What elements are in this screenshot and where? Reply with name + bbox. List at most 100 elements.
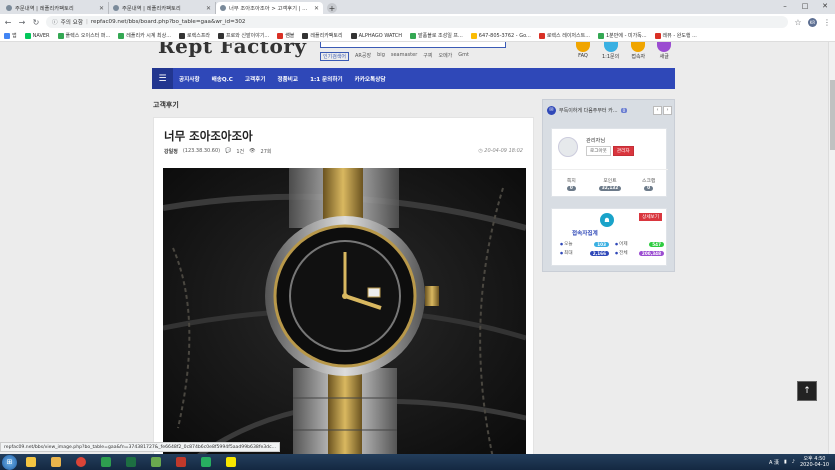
bookmark-item[interactable]: NAVER [24,32,50,39]
new-tab-button[interactable]: + [327,3,337,13]
volume-icon[interactable]: ♪ [792,459,795,465]
scrollbar-thumb[interactable] [830,80,835,150]
site-logo[interactable]: Rept Factory [158,42,307,58]
app-icon[interactable] [170,455,192,469]
keyword-link[interactable]: 오메가 [438,52,452,61]
bookmark-item[interactable]: 앱 [4,32,17,39]
url-text[interactable]: repfac09.net/bbs/board.php?bo_table=gaa&… [91,19,246,25]
stat-scrap[interactable]: 스크랩 0 [629,170,668,197]
bookmark-favicon-icon [277,32,284,39]
menu-item-shipping-qc[interactable]: 배송Q.C [206,75,239,83]
network-icon[interactable]: ▮ [784,459,787,465]
visitor-stat: 전체200,348 [615,250,664,256]
bookmark-item[interactable]: 로렉스프라 [179,32,210,39]
bookmark-item[interactable]: 발품블로 조성일 프... [410,32,463,39]
menu-item-reviews[interactable]: 고객후기 [239,75,272,83]
chevron-right-icon[interactable]: › [663,105,672,115]
bookmark-item[interactable]: 1분만에 - 미가독... [598,32,647,39]
ime-indicator[interactable]: A 漢 [769,459,779,466]
browser-tab-3-active[interactable]: 너무 조아조아조아 > 고객후기 | 레... ✕ [216,2,323,14]
notice-text[interactable]: 부득이하게 다음주부터 카... [559,107,618,114]
bookmark-item[interactable]: 쌤블 [277,32,294,39]
explorer-icon[interactable] [20,455,42,469]
site-favicon-icon [220,5,226,11]
user-avatar[interactable] [558,137,578,157]
scroll-to-top-button[interactable]: ↑ [797,381,817,401]
logout-button[interactable]: 로그아웃 [586,146,611,156]
info-icon[interactable]: ⓘ [52,18,58,26]
separator: | [85,19,88,25]
quick-link[interactable]: 새글 [657,42,672,60]
folder-icon[interactable] [45,455,67,469]
app-icon[interactable] [145,455,167,469]
windows-start-icon[interactable]: ⊞ [2,454,17,470]
browser-tab-1[interactable]: 주문내역 | 레플리카팩토리 ✕ [2,2,109,14]
bookmark-favicon-icon [654,32,661,39]
bookmark-item[interactable]: 로렉스 레이저스트... [538,32,590,39]
bookmark-item[interactable]: 레뷰 - 완도행 ... [654,32,697,39]
minimize-icon[interactable]: – [775,0,795,11]
menu-item-inquiry[interactable]: 1:1 문의하기 [304,75,349,83]
close-tab-icon[interactable]: ✕ [206,5,211,12]
visitor-stats: 오늘103 어제547 최대2,166 전체200,348 [560,241,664,256]
reload-icon[interactable]: ↻ [32,18,40,27]
stat-points[interactable]: 포인트 32,132 [591,170,630,197]
bookmark-item[interactable]: 레플리카 시계 최상... [118,32,171,39]
profile-card: 관리자님 로그아웃 관리자 쪽지 0 포인트 32,132 스크랩 0 [551,128,668,197]
notice-count-badge: 0 [620,107,628,113]
stat-messages[interactable]: 쪽지 0 [552,170,591,197]
chrome-icon[interactable] [70,455,92,469]
bookmark-item[interactable]: 647-805-3762 - Go... [470,32,531,39]
post-title: 너무 조아조아조아 [164,129,253,143]
site-search-input[interactable] [320,42,506,48]
bookmark-item[interactable]: 프로와 신발이야기... [218,32,269,39]
forward-arrow-icon[interactable]: → [18,18,26,27]
keyword-link[interactable]: seamaster [391,52,417,61]
back-arrow-icon[interactable]: ← [4,18,12,27]
windows-taskbar: ⊞ A 漢 ▮ ♪ 오후 4:50 2020-04-10 [0,454,835,470]
visitor-title: 접속자집계 [572,231,598,237]
close-window-icon[interactable]: ✕ [815,0,835,11]
address-toolbar: ← → ↻ ⓘ 주의 요함 | repfac09.net/bbs/board.p… [0,14,835,30]
quick-link[interactable]: 1:1문의 [602,42,619,60]
chevron-left-icon[interactable]: ‹ [653,105,662,115]
page-scrollbar[interactable] [828,42,835,454]
post-views: 27회 [260,149,272,155]
menu-item-kakaotalk[interactable]: 카카오톡상담 [349,75,392,83]
notice-ticker[interactable]: ✉ 부득이하게 다음주부터 카... 0 ‹ › [547,104,672,116]
quick-link-icon [631,42,646,52]
bookmark-item[interactable]: ALPHAGO WATCH [350,32,402,39]
quick-link[interactable]: 접속자 [631,42,646,60]
maximize-icon[interactable]: □ [795,0,815,11]
url-bar[interactable]: ⓘ 주의 요함 | repfac09.net/bbs/board.php?bo_… [46,16,788,28]
admin-button[interactable]: 관리자 [612,146,634,156]
bookmark-star-icon[interactable]: ☆ [794,18,802,27]
excel-icon[interactable] [120,455,142,469]
detail-button[interactable]: 상세보기 [639,213,662,221]
browser-tab-2[interactable]: 주문내역 | 레플리카팩토리 ✕ [109,2,216,14]
menu-item-notice[interactable]: 공지사항 [173,75,206,83]
taskbar-clock[interactable]: 오후 4:50 2020-04-10 [800,456,829,468]
keyword-link[interactable]: big [377,52,385,61]
keyword-link[interactable]: AR공장 [355,52,371,61]
app-icon[interactable] [95,455,117,469]
security-label: 주의 요함 [60,20,83,26]
app-icon[interactable] [195,455,217,469]
keyword-link[interactable]: 구찌 [423,52,432,61]
visitor-icon: ☗ [600,213,614,227]
watch-photo-illustration [163,168,526,454]
menu-item-comparison[interactable]: 정품비교 [271,75,304,83]
hamburger-icon[interactable]: ☰ [152,68,173,89]
close-tab-icon[interactable]: ✕ [99,5,104,12]
kakaotalk-icon[interactable] [220,455,242,469]
keyword-link[interactable]: Gmt [458,52,469,61]
menu-dots-icon[interactable]: ⋮ [823,18,831,27]
post-photo-watch[interactable] [163,168,526,454]
quick-link[interactable]: FAQ [576,42,590,60]
profile-avatar[interactable]: KR [808,17,817,27]
bookmark-item[interactable]: 플렉스 오이스터 퍼... [57,32,110,39]
close-tab-icon[interactable]: ✕ [314,5,319,12]
post-author[interactable]: 강일정 [164,148,178,155]
bookmark-favicon-icon [218,32,225,39]
bookmark-item[interactable]: 레플리카팩토리 [302,32,343,39]
